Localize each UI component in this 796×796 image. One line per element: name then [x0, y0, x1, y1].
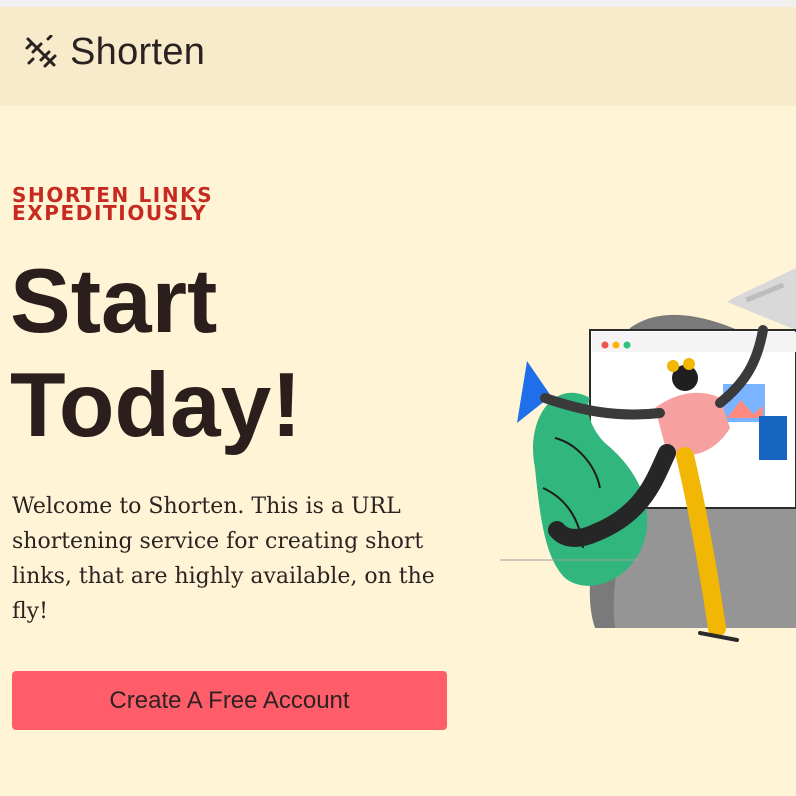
eyebrow-line-2: EXPEDITIOUSLY — [12, 201, 208, 225]
brand-name: Shorten — [70, 30, 206, 73]
window-dot-red — [601, 341, 609, 349]
scissors-spark-icon — [25, 35, 57, 68]
hero-headline: Start Today! — [10, 250, 430, 458]
create-account-button[interactable]: Create A Free Account — [12, 671, 447, 730]
window-dot-green — [623, 341, 631, 349]
paper-card-shape — [727, 268, 796, 330]
headline-line-2: Today! — [10, 355, 302, 456]
navbar: Shorten — [0, 7, 796, 106]
browser-top-strip — [0, 0, 796, 7]
headline-line-1: Start — [10, 251, 218, 352]
hero-description: Welcome to Shorten. This is a URL shorte… — [12, 494, 435, 624]
brand-link[interactable]: Shorten — [24, 30, 206, 73]
hero-illustration — [500, 268, 796, 642]
hero-eyebrow: SHORTEN LINKS EXPEDITIOUSLY — [12, 185, 312, 225]
window-dot-yellow — [612, 341, 620, 349]
